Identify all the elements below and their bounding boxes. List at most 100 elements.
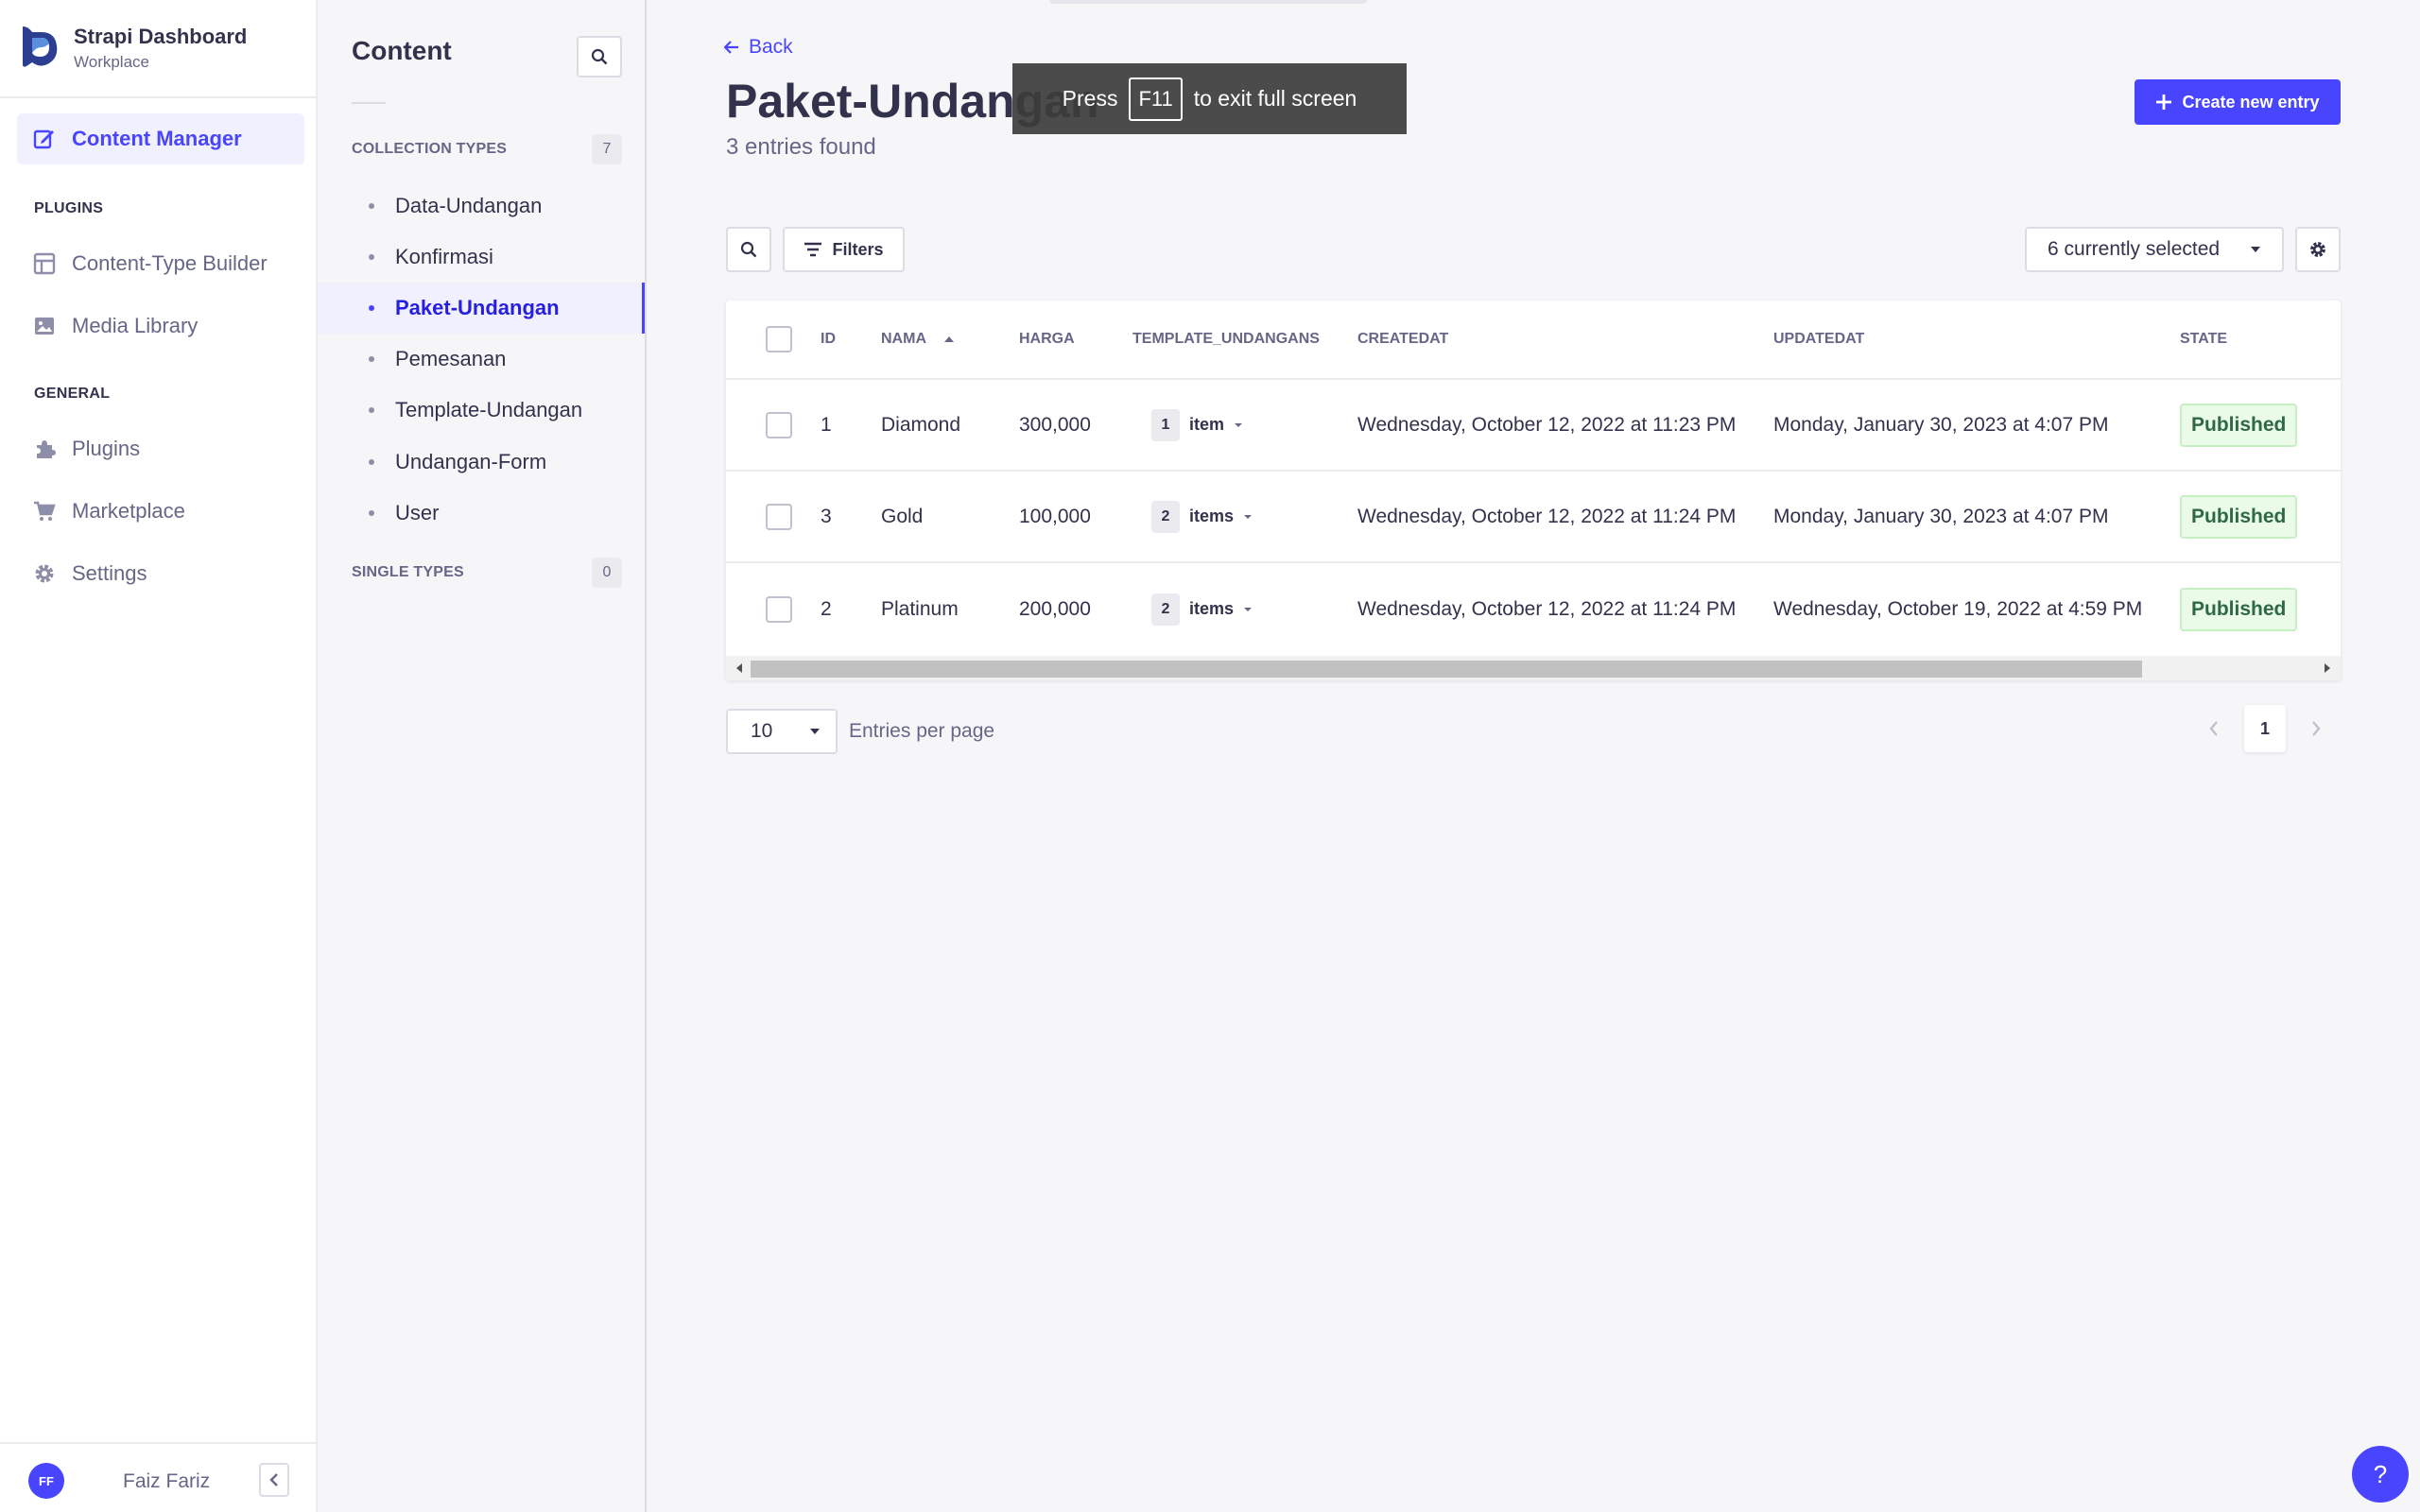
scrollbar-thumb[interactable] — [751, 661, 2142, 678]
scroll-right-icon[interactable] — [2322, 662, 2333, 674]
table-row[interactable]: 1 Diamond 300,000 1 item Wednesday, Octo… — [726, 380, 2341, 472]
nav-settings[interactable]: Settings — [17, 548, 304, 599]
strapi-logo-icon[interactable] — [17, 23, 62, 70]
row-checkbox[interactable] — [766, 503, 792, 530]
relation-label: items — [1189, 507, 1235, 525]
row-select-cell — [766, 472, 792, 561]
nav-content-manager[interactable]: Content Manager — [17, 113, 304, 164]
nav-content-type-builder[interactable]: Content-Type Builder — [17, 238, 304, 289]
nav-section-plugins: PLUGINS — [34, 200, 104, 216]
nav-plugins[interactable]: Plugins — [17, 423, 304, 474]
next-page-button[interactable] — [2305, 714, 2327, 743]
relation-dropdown[interactable]: 2 items — [1151, 500, 1253, 533]
scroll-left-icon[interactable] — [734, 662, 745, 674]
cell-harga: 200,000 — [1019, 597, 1091, 620]
nav-marketplace-label: Marketplace — [72, 499, 185, 523]
user-name[interactable]: Faiz Fariz — [123, 1470, 210, 1493]
bullet-icon — [369, 305, 374, 311]
bullet-icon — [369, 510, 374, 516]
cell-template-undangans: 2 items — [1151, 472, 1253, 561]
page-button-current[interactable]: 1 — [2244, 705, 2286, 752]
nav-media-library[interactable]: Media Library — [17, 301, 304, 352]
subnav-search-button[interactable] — [577, 36, 622, 77]
subnav-title: Content — [352, 36, 452, 65]
cell-nama: Diamond — [881, 413, 961, 436]
table-row[interactable]: 3 Gold 100,000 2 items Wednesday, Octobe… — [726, 472, 2341, 563]
nav-content-manager-label: Content Manager — [72, 127, 242, 150]
table-search-button[interactable] — [726, 227, 771, 272]
subnav-item-label: Paket-Undangan — [395, 296, 560, 319]
relation-label: items — [1189, 599, 1235, 618]
horizontal-scrollbar[interactable] — [726, 656, 2341, 680]
cell-nama: Platinum — [881, 597, 959, 620]
subnav-item-template-undangan[interactable]: Template-Undangan — [318, 385, 645, 436]
cell-template-undangans: 2 items — [1151, 563, 1253, 655]
row-checkbox[interactable] — [766, 411, 792, 438]
arrow-left-icon — [724, 41, 738, 54]
back-label: Back — [749, 36, 793, 58]
help-button[interactable]: ? — [2352, 1446, 2409, 1503]
subnav-item-label: Undangan-Form — [395, 450, 547, 473]
cell-id: 2 — [821, 597, 832, 620]
single-types-header[interactable]: SINGLE TYPES 0 — [352, 558, 622, 588]
previous-page-button[interactable] — [2203, 714, 2225, 743]
column-header-state[interactable]: STATE — [2180, 301, 2227, 378]
relation-label: item — [1189, 415, 1225, 434]
pencil-square-icon — [32, 127, 57, 151]
row-select-cell — [766, 380, 792, 470]
cell-nama: Gold — [881, 505, 924, 527]
relation-dropdown[interactable]: 1 item — [1151, 408, 1243, 441]
create-new-entry-button[interactable]: Create new entry — [2135, 79, 2341, 125]
select-all-checkbox[interactable] — [766, 326, 792, 352]
search-icon — [591, 48, 608, 65]
column-header-id[interactable]: ID — [821, 301, 836, 378]
cell-createdat: Wednesday, October 12, 2022 at 11:24 PM — [1357, 597, 1737, 620]
column-header-nama[interactable]: NAMA — [881, 301, 955, 378]
back-link[interactable]: Back — [724, 36, 793, 59]
subnav-item-paket-undangan[interactable]: Paket-Undangan — [318, 283, 645, 334]
bullet-icon — [369, 356, 374, 362]
collapse-nav-button[interactable] — [259, 1463, 289, 1497]
caret-down-icon — [1235, 422, 1243, 427]
filters-button[interactable]: Filters — [783, 227, 905, 272]
avatar[interactable]: FF — [28, 1463, 64, 1499]
entries-per-page-select[interactable]: 10 — [726, 709, 838, 754]
main-navigation: Strapi Dashboard Workplace Content Manag… — [0, 0, 318, 1512]
columns-select[interactable]: 6 currently selected — [2025, 227, 2284, 272]
toast-key: F11 — [1129, 77, 1183, 121]
status-badge: Published — [2180, 587, 2298, 631]
gear-icon — [2310, 242, 2325, 257]
relation-dropdown[interactable]: 2 items — [1151, 593, 1253, 626]
chevron-left-icon — [2209, 721, 2218, 736]
column-header-harga[interactable]: HARGA — [1019, 301, 1075, 378]
table-settings-button[interactable] — [2295, 227, 2341, 272]
column-header-createdat[interactable]: CREATEDAT — [1357, 301, 1448, 378]
plus-icon — [2156, 94, 2172, 110]
cell-state: Published — [2180, 380, 2298, 470]
cell-id: 3 — [821, 505, 832, 527]
table-header-row: ID NAMA HARGA TEMPLATE_UNDANGANS CREATED… — [726, 301, 2341, 380]
row-checkbox[interactable] — [766, 595, 792, 623]
table-row[interactable]: 2 Platinum 200,000 2 items Wednesday, Oc… — [726, 563, 2341, 655]
column-header-template-undangans[interactable]: TEMPLATE_UNDANGANS — [1132, 301, 1320, 378]
subnav-item-undangan-form[interactable]: Undangan-Form — [318, 437, 645, 488]
entries-table: ID NAMA HARGA TEMPLATE_UNDANGANS CREATED… — [726, 301, 2341, 680]
subnav-item-pemesanan[interactable]: Pemesanan — [318, 334, 645, 385]
cell-updatedat: Monday, January 30, 2023 at 4:07 PM — [1773, 505, 2109, 527]
caret-down-icon — [2251, 247, 2260, 252]
subnav-item-data-undangan[interactable]: Data-Undangan — [318, 180, 645, 232]
per-page-value: 10 — [751, 720, 773, 742]
nav-marketplace[interactable]: Marketplace — [17, 486, 304, 537]
subnav-item-label: Template-Undangan — [395, 398, 583, 421]
bullet-icon — [369, 203, 374, 209]
caret-down-icon — [810, 729, 820, 734]
subnav-item-label: Konfirmasi — [395, 245, 493, 268]
cell-updatedat: Monday, January 30, 2023 at 4:07 PM — [1773, 413, 2109, 436]
subnav-item-konfirmasi[interactable]: Konfirmasi — [318, 232, 645, 283]
subnav-item-user[interactable]: User — [318, 488, 645, 539]
collection-types-header[interactable]: COLLECTION TYPES 7 — [352, 134, 622, 164]
column-header-updatedat[interactable]: UPDATEDAT — [1773, 301, 1864, 378]
cell-createdat: Wednesday, October 12, 2022 at 11:24 PM — [1357, 505, 1737, 527]
entries-per-page-label: Entries per page — [849, 720, 995, 742]
sort-ascending-icon — [944, 336, 954, 342]
